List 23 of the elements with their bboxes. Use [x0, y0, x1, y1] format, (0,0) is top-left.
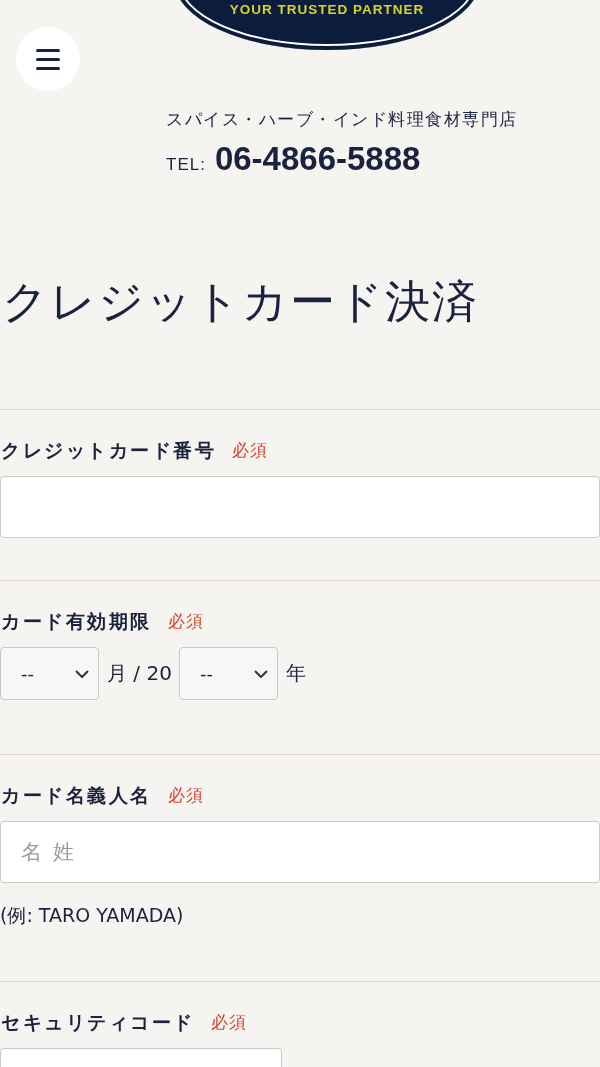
required-label: 必須: [167, 610, 204, 633]
field-label: カード有効期限: [1, 608, 152, 634]
required-label: 必須: [167, 784, 204, 807]
menu-icon: [36, 48, 60, 70]
shop-description: スパイス・ハーブ・インド料理食材専門店: [166, 108, 519, 131]
field-label: セキュリティコード: [1, 1009, 195, 1035]
field-label: カード名義人名: [1, 782, 152, 808]
month-select[interactable]: --: [0, 647, 99, 700]
text-input-field[interactable]: [0, 476, 600, 538]
phone-number-link[interactable]: 06-4866-5888: [214, 139, 421, 179]
month-separator-text: 月 / 20: [107, 660, 172, 687]
chevron-down-icon: [75, 669, 89, 678]
field-label: クレジットカード番号: [1, 437, 216, 463]
year-suffix-text: 年: [285, 660, 306, 687]
required-label: 必須: [210, 1011, 247, 1034]
text-input-field[interactable]: 名 姓: [0, 821, 600, 883]
year-select[interactable]: --: [178, 647, 278, 700]
logo-tagline: YOUR TRUSTED PARTNER: [229, 1, 425, 19]
tel-label: TEL:: [166, 154, 206, 176]
chevron-down-icon: [253, 669, 268, 678]
required-label: 必須: [232, 439, 268, 462]
example-hint: (例: TARO YAMADA): [0, 903, 185, 928]
page-title: クレジットカード決済: [2, 274, 480, 330]
